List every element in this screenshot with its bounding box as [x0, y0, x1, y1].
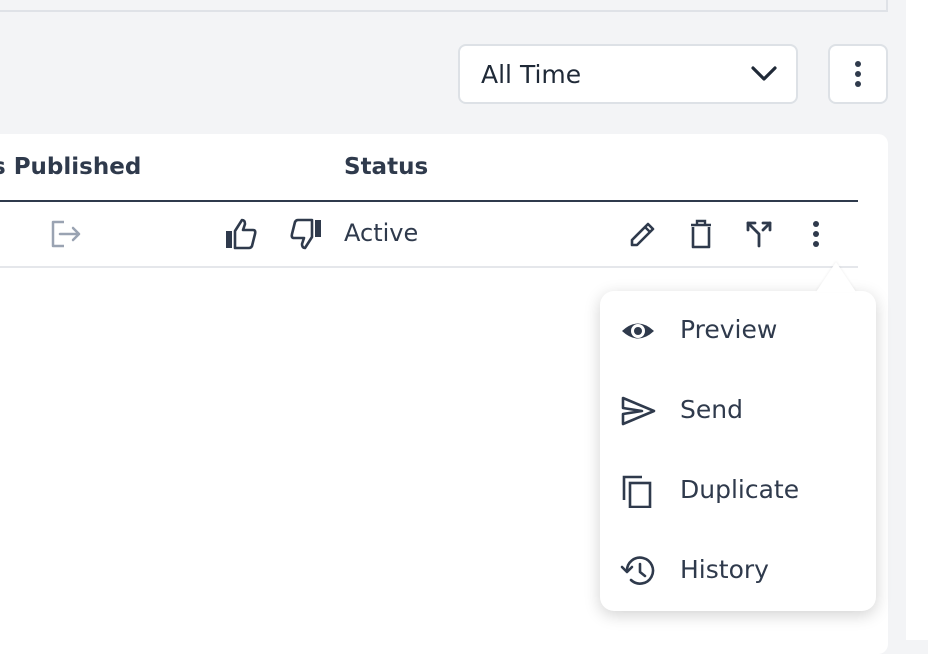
row-divider	[0, 266, 858, 268]
row-more-icon[interactable]	[812, 220, 820, 248]
menu-label-duplicate: Duplicate	[680, 475, 800, 504]
menu-label-preview: Preview	[680, 315, 778, 344]
thumbs-up-icon[interactable]	[224, 218, 258, 250]
export-icon[interactable]	[50, 220, 82, 248]
date-range-select[interactable]: All Time	[458, 44, 798, 104]
row-context-menu: Preview Send Duplicate History	[600, 291, 876, 611]
right-edge-strip	[906, 0, 928, 640]
kebab-vertical-icon	[855, 61, 861, 87]
edit-icon[interactable]	[629, 220, 657, 248]
menu-item-history[interactable]: History	[600, 531, 876, 611]
history-icon	[620, 556, 655, 585]
menu-item-send[interactable]: Send	[600, 371, 876, 451]
header-divider	[0, 200, 858, 202]
menu-label-history: History	[680, 555, 769, 584]
send-icon	[621, 396, 656, 426]
thumbs-down-icon[interactable]	[289, 218, 323, 250]
more-options-button[interactable]	[828, 44, 888, 104]
menu-item-duplicate[interactable]: Duplicate	[600, 451, 876, 531]
eye-icon	[622, 323, 654, 339]
date-range-value: All Time	[481, 59, 582, 89]
menu-label-send: Send	[680, 395, 743, 424]
copy-icon	[622, 475, 652, 508]
merge-icon[interactable]	[745, 220, 773, 248]
menu-caret	[816, 262, 856, 292]
menu-item-preview[interactable]: Preview	[600, 291, 876, 371]
column-header-published[interactable]: s Published	[0, 154, 141, 180]
delete-icon[interactable]	[689, 219, 713, 249]
top-panel-edge	[0, 0, 888, 12]
chevron-down-icon	[751, 66, 777, 81]
status-value: Active	[344, 219, 419, 247]
column-header-status[interactable]: Status	[344, 154, 428, 180]
